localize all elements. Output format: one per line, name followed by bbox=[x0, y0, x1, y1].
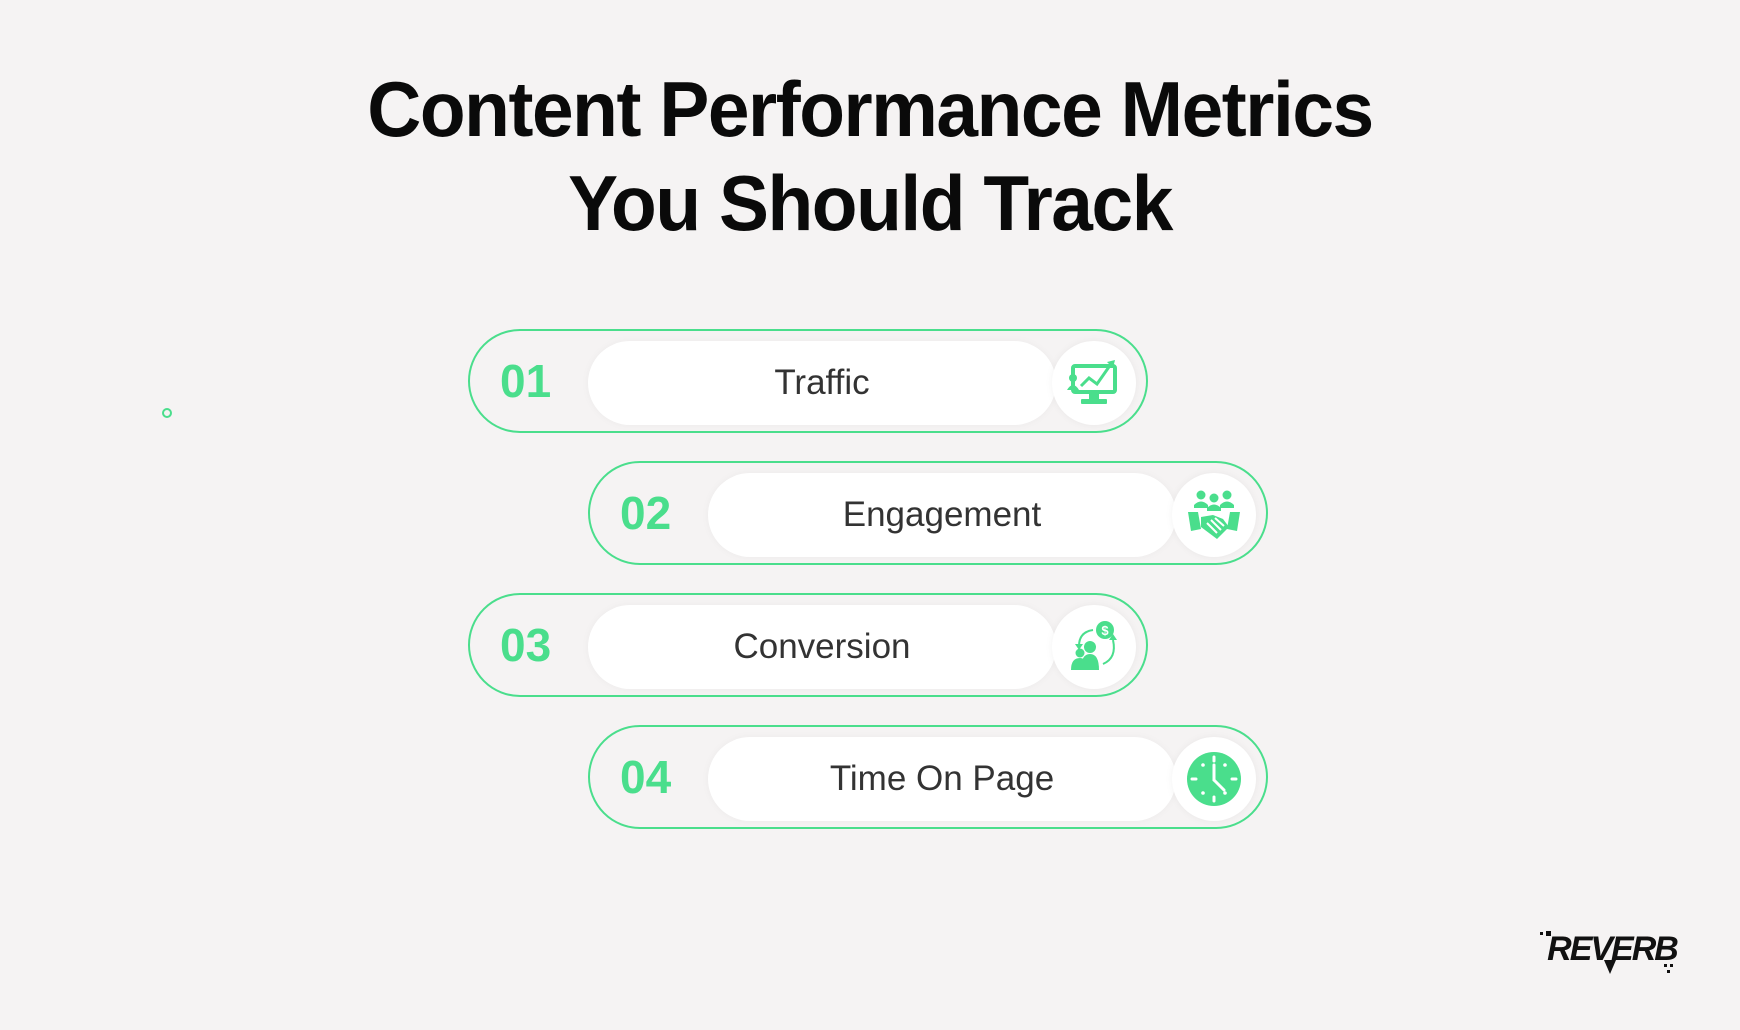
monitor-growth-chart-icon bbox=[1067, 360, 1117, 404]
metric-number: 03 bbox=[500, 619, 552, 671]
metric-label-box: Time On Page bbox=[708, 737, 1176, 821]
title-line-1: Content Performance Metrics bbox=[367, 65, 1374, 153]
reverb-logo-mark: REVERB bbox=[1540, 930, 1680, 974]
metric-label-box: Engagement bbox=[708, 473, 1176, 557]
metric-icon-circle bbox=[1172, 737, 1256, 821]
metric-item-time-on-page: 04 Time On Page bbox=[588, 725, 1268, 829]
decorative-dot bbox=[162, 408, 172, 418]
clock-icon bbox=[1187, 752, 1241, 806]
svg-text:$: $ bbox=[1101, 623, 1109, 638]
title-line-2: You Should Track bbox=[568, 159, 1173, 247]
metric-label: Traffic bbox=[774, 363, 870, 402]
metric-label: Time On Page bbox=[829, 759, 1055, 798]
metric-item-traffic: 01 Traffic bbox=[468, 329, 1148, 433]
reverb-logo: REVERB bbox=[1540, 928, 1686, 979]
metric-icon-circle: $ bbox=[1052, 605, 1136, 689]
metric-item-conversion: 03 Conversion $ bbox=[468, 593, 1148, 697]
page-title: Content Performance Metrics You Should T… bbox=[35, 62, 1705, 250]
metric-icon-circle bbox=[1052, 341, 1136, 425]
metric-number: 01 bbox=[500, 355, 552, 407]
customer-dollar-cycle-icon: $ bbox=[1071, 621, 1117, 670]
metric-item-engagement: 02 Engagement bbox=[588, 461, 1268, 565]
metric-label: Conversion bbox=[733, 627, 911, 666]
metric-label-box: Conversion bbox=[588, 605, 1056, 689]
team-handshake-icon bbox=[1188, 490, 1240, 539]
metric-number: 04 bbox=[620, 751, 672, 803]
metric-label: Engagement bbox=[842, 495, 1042, 534]
metric-icon-circle bbox=[1172, 473, 1256, 557]
metric-label-box: Traffic bbox=[588, 341, 1056, 425]
metric-number: 02 bbox=[620, 487, 672, 539]
